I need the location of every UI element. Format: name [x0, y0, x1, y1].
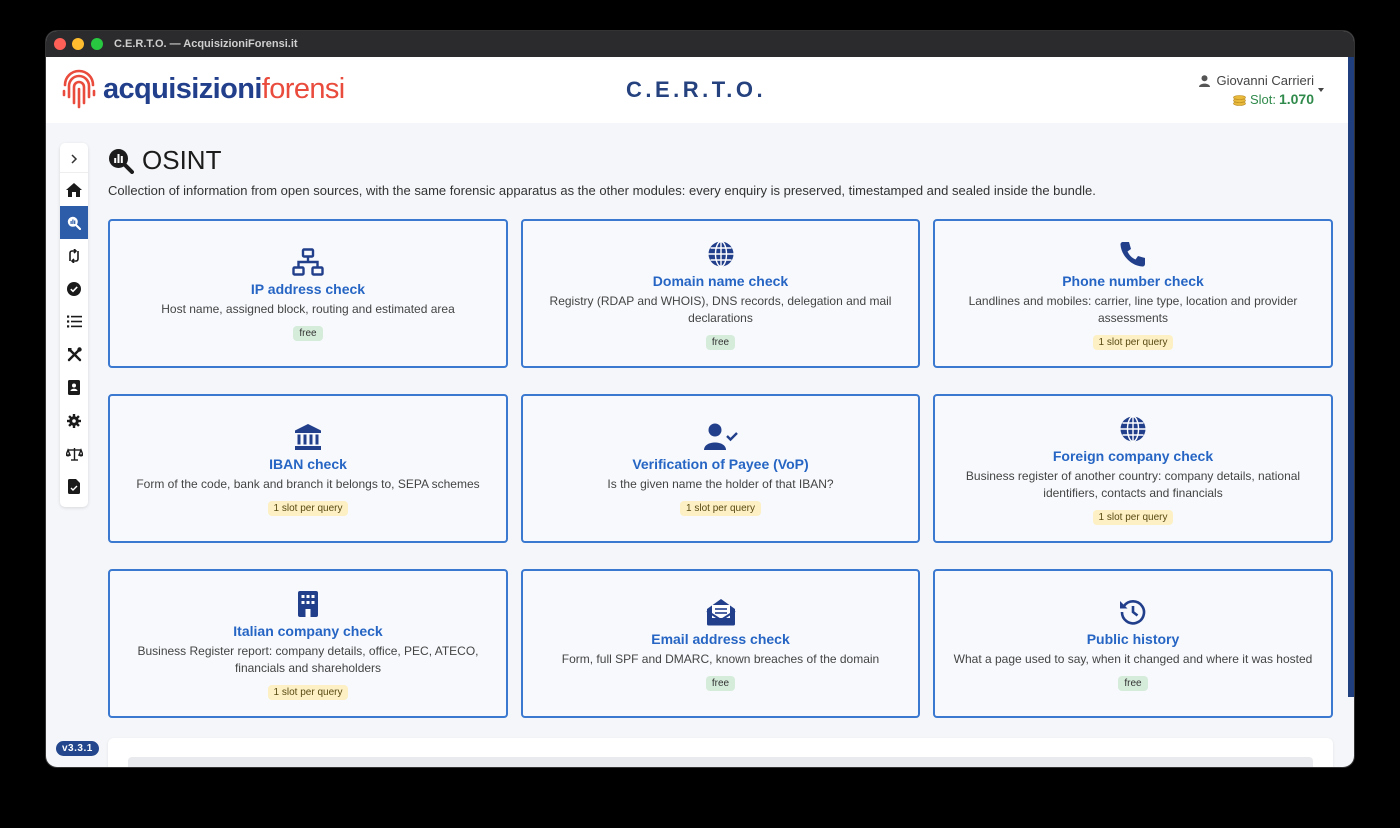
- sidebar: [60, 143, 88, 507]
- user-icon: [1199, 74, 1211, 87]
- coins-icon: [1233, 94, 1246, 106]
- phone-icon: [1120, 241, 1145, 266]
- card-description: Form, full SPF and DMARC, known breaches…: [561, 652, 880, 666]
- sidebar-item-list[interactable]: [60, 305, 88, 338]
- user-menu[interactable]: Giovanni Carrieri Slot: 1.070: [1199, 73, 1314, 107]
- price-badge: 1 slot per query: [267, 501, 349, 516]
- price-badge: free: [705, 676, 736, 691]
- slot-value: 1.070: [1278, 91, 1314, 107]
- card-description: Landlines and mobiles: carrier, line typ…: [968, 293, 1298, 325]
- card-title: Email address check: [651, 631, 790, 647]
- price-badge: free: [293, 326, 323, 341]
- check-circle-icon: [67, 281, 81, 296]
- page-title: OSINT: [142, 145, 222, 175]
- card-title: Domain name check: [652, 272, 789, 289]
- id-card-icon: [68, 380, 80, 395]
- document-icon: [68, 479, 80, 494]
- bottom-panel-bar: [128, 757, 1313, 767]
- page-description: Collection of information from open sour…: [108, 183, 1096, 198]
- card-title: Italian company check: [233, 622, 383, 639]
- envelope-icon: [705, 599, 736, 626]
- fingerprint-logo-icon: [62, 69, 96, 109]
- network-icon: [292, 248, 324, 276]
- card-domain-name-check[interactable]: Domain name check Registry (RDAP and WHO…: [521, 219, 920, 368]
- user-name-row: Giovanni Carrieri: [1199, 73, 1314, 88]
- user-name: Giovanni Carrieri: [1216, 73, 1314, 88]
- logo-text: acquisizioniforensi: [103, 73, 345, 106]
- osint-card-grid: IP address check Host name, assigned blo…: [108, 219, 1333, 718]
- sidebar-item-tools[interactable]: [60, 338, 88, 371]
- logo-text-part1: acquisizioni: [103, 72, 262, 105]
- home-icon: [66, 182, 82, 197]
- price-badge: 1 slot per query: [1092, 509, 1174, 525]
- card-title: IBAN check: [269, 456, 347, 472]
- gear-icon: [67, 413, 81, 428]
- logo[interactable]: acquisizioniforensi: [60, 67, 345, 111]
- slot-label: Slot:: [1249, 91, 1276, 107]
- card-description: What a page used to say, when it changed…: [953, 652, 1313, 666]
- list-icon: [66, 315, 82, 328]
- card-email-address-check[interactable]: Email address check Form, full SPF and D…: [521, 569, 920, 718]
- card-foreign-company-check[interactable]: Foreign company check Business register …: [933, 394, 1333, 543]
- bottom-panel: [108, 738, 1333, 767]
- sidebar-item-documents[interactable]: [60, 470, 88, 503]
- title-bar: C.E.R.T.O. — AcquisizioniForensi.it: [46, 31, 1354, 57]
- user-menu-caret-icon[interactable]: [1318, 88, 1324, 92]
- minimize-window-button[interactable]: [72, 38, 84, 50]
- card-title: IP address check: [250, 281, 366, 297]
- window-title: C.E.R.T.O. — AcquisizioniForensi.it: [114, 38, 298, 50]
- price-badge: 1 slot per query: [680, 501, 761, 516]
- card-verification-of-payee[interactable]: Verification of Payee (VoP) Is the given…: [521, 394, 920, 543]
- card-description: Registry (RDAP and WHOIS), DNS records, …: [549, 293, 892, 325]
- user-check-icon: [703, 423, 738, 450]
- globe-icon: [708, 240, 733, 267]
- card-description: Business register of another country: co…: [965, 468, 1301, 500]
- sidebar-toggle-button[interactable]: [60, 145, 88, 173]
- version-badge: v3.3.1: [56, 741, 99, 756]
- card-description: Form of the code, bank and branch it bel…: [136, 477, 480, 491]
- price-badge: free: [705, 334, 736, 350]
- sidebar-item-contacts[interactable]: [60, 371, 88, 404]
- sidebar-item-transfers[interactable]: [60, 239, 88, 272]
- app-window: C.E.R.T.O. — AcquisizioniForensi.it acqu…: [46, 31, 1354, 767]
- card-description: Business Register report: company detail…: [137, 643, 479, 675]
- card-title: Foreign company check: [1052, 447, 1214, 464]
- card-description: Host name, assigned block, routing and e…: [161, 302, 455, 316]
- sidebar-item-verify[interactable]: [60, 272, 88, 305]
- card-title: Phone number check: [1062, 272, 1204, 289]
- price-badge: free: [1118, 676, 1148, 691]
- osint-search-icon: [67, 216, 81, 230]
- app-brand-title: C.E.R.T.O.: [626, 77, 767, 102]
- page-header: OSINT: [108, 145, 221, 176]
- tools-icon: [67, 347, 82, 362]
- building-icon: [298, 590, 318, 617]
- card-ip-address-check[interactable]: IP address check Host name, assigned blo…: [108, 219, 508, 368]
- card-title: Public history: [1086, 631, 1180, 647]
- bank-icon: [295, 424, 321, 450]
- globe-icon: [1120, 415, 1146, 442]
- card-title: Verification of Payee (VoP): [632, 456, 809, 472]
- sidebar-item-settings[interactable]: [60, 404, 88, 437]
- history-icon: [1120, 600, 1146, 625]
- card-description: Is the given name the holder of that IBA…: [607, 477, 834, 491]
- transfer-icon: [69, 248, 79, 263]
- slot-balance: Slot: 1.070: [1199, 91, 1314, 107]
- header: acquisizioniforensi C.E.R.T.O. Giovanni …: [46, 57, 1348, 123]
- scale-icon: [65, 447, 83, 461]
- osint-search-icon: [109, 148, 134, 174]
- card-public-history[interactable]: Public history What a page used to say, …: [933, 569, 1333, 718]
- sidebar-item-legal[interactable]: [60, 437, 88, 470]
- right-edge-stripe: [1348, 57, 1354, 697]
- card-iban-check[interactable]: IBAN check Form of the code, bank and br…: [108, 394, 508, 543]
- price-badge: 1 slot per query: [1092, 334, 1174, 350]
- logo-text-part2: forensi: [261, 72, 345, 105]
- card-phone-number-check[interactable]: Phone number check Landlines and mobiles…: [933, 219, 1333, 368]
- sidebar-item-osint[interactable]: [60, 206, 88, 239]
- zoom-window-button[interactable]: [91, 38, 103, 50]
- price-badge: 1 slot per query: [267, 684, 349, 700]
- sidebar-item-home[interactable]: [60, 173, 88, 206]
- card-italian-company-check[interactable]: Italian company check Business Register …: [108, 569, 508, 718]
- close-window-button[interactable]: [54, 38, 66, 50]
- chevron-right-icon: [71, 153, 78, 164]
